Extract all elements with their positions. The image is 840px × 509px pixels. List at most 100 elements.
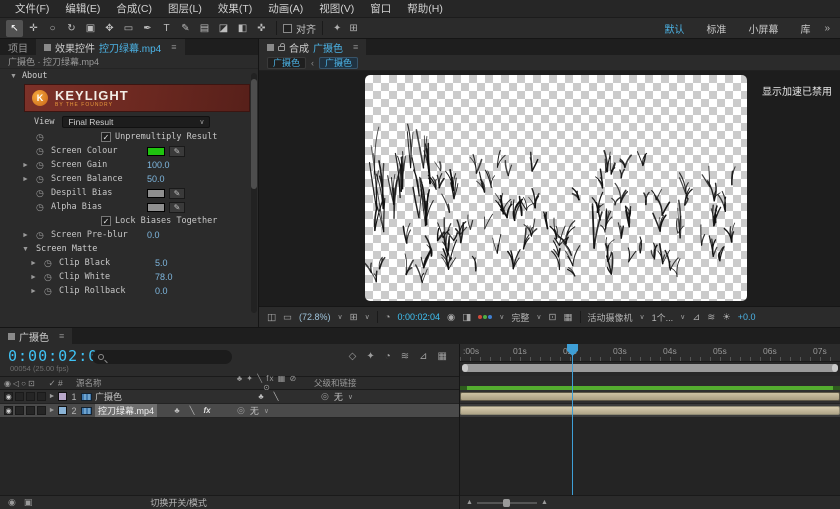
param-expander-icon[interactable]: ► [22,176,32,183]
stopwatch-icon[interactable]: ◷ [36,174,47,185]
composition-mini-flowchart-icon[interactable]: ◇ [349,351,357,362]
menu-item[interactable]: 文件(F) [8,1,56,16]
puppet-pin-tool[interactable]: ✜ [253,20,270,37]
view-layout-select[interactable]: 1个... [652,311,674,324]
param-value[interactable]: 78.0 [155,272,173,282]
workspace-默认[interactable]: 默认 [664,21,684,36]
effect-row[interactable]: ►◷Screen Balance50.0 [0,172,258,186]
solo-toggle[interactable] [26,392,35,401]
type-tool[interactable]: T [158,20,175,37]
panel-menu-icon[interactable]: ≡ [59,331,64,341]
effect-row[interactable]: ►◷Clip White78.0 [0,270,258,284]
menu-item[interactable]: 效果(T) [211,1,259,16]
stopwatch-icon[interactable]: ◷ [36,202,47,213]
camera-select[interactable]: 活动摄像机 [588,311,633,324]
param-expander-icon[interactable]: ► [22,232,32,239]
tab-effect-controls[interactable]: 效果控件 控刀绿幕.mp4 ≡ [36,39,185,55]
region-of-interest-icon[interactable]: ⊡ [549,312,557,323]
toggle-switches-modes-button[interactable]: 切换开关/模式 [150,496,207,509]
effect-scrollbar[interactable] [251,73,257,313]
zoom-tool[interactable]: ○ [44,20,61,37]
motion-blur-icon[interactable]: ⊿ [419,351,427,362]
param-expander-icon[interactable]: ► [30,260,40,267]
menu-item[interactable]: 编辑(E) [58,1,107,16]
checkbox[interactable]: ✓ [101,216,111,226]
effect-row[interactable]: ◷Despill Bias✎ [0,186,258,200]
source-name-column-header[interactable]: 源名称 [72,377,232,389]
menu-item[interactable]: 图层(L) [161,1,209,16]
param-expander-icon[interactable]: ► [22,162,32,169]
panel-menu-icon[interactable]: ≡ [171,42,176,52]
rotation-tool[interactable]: ↻ [63,20,80,37]
checkbox[interactable]: ✓ [101,132,111,142]
snap-icon[interactable]: ✦ [329,23,345,34]
effect-row[interactable]: ◷Alpha Bias✎ [0,200,258,214]
pan-behind-tool[interactable]: ✥ [101,20,118,37]
scrollbar-thumb[interactable] [251,79,257,189]
time-ruler[interactable]: :00s01s02s03s04s05s06s07s [460,344,840,362]
menu-item[interactable]: 视图(V) [312,1,361,16]
stopwatch-icon[interactable]: ◷ [36,160,47,171]
snapshot-icon[interactable]: ◉ [447,312,455,323]
stopwatch-icon[interactable]: ◷ [36,230,47,241]
hand-tool[interactable]: ✛ [25,20,42,37]
effect-group-about[interactable]: ▼ About [0,69,258,83]
panel-menu-icon[interactable]: ≡ [353,42,358,52]
breadcrumb-item-current[interactable]: 广摄色 [319,57,358,69]
param-value[interactable]: 0.0 [147,230,160,240]
render-order-icon[interactable]: ▣ [24,497,33,508]
stopwatch-icon[interactable]: ◷ [44,272,55,283]
lock-icon[interactable] [278,46,285,51]
param-expander-icon[interactable]: ► [30,288,40,295]
exposure-icon[interactable]: ☀ [722,312,731,323]
grid-guides-icon[interactable]: ⊞ [350,312,358,323]
layer-duration-bar[interactable] [460,406,840,415]
timeline-search[interactable] [92,350,232,364]
param-value[interactable]: 50.0 [147,174,165,184]
timeline-track-area[interactable]: :00s01s02s03s04s05s06s07s ▲ ▲ [460,344,840,509]
main-viewer-icon[interactable]: ▭ [283,312,292,323]
layer-name[interactable]: 广摄色 [95,390,241,403]
layer-name[interactable]: 控刀绿幕.mp4 [95,404,157,417]
group-expander-icon[interactable]: ▼ [22,246,32,253]
timeline-zoom-slider[interactable]: ▲ ▲ [466,499,548,506]
stopwatch-icon[interactable]: ◷ [44,286,55,297]
layer-expander-icon[interactable]: ► [46,393,58,400]
menu-item[interactable]: 合成(C) [109,1,159,16]
effect-row[interactable]: ◷Screen Colour✎ [0,144,258,158]
composition-viewport[interactable]: 显示加速已禁用 [259,71,840,306]
menu-item[interactable]: 动画(A) [261,1,310,16]
quality-switch[interactable]: ♣ [172,406,182,415]
layer-expander-icon[interactable]: ► [46,407,58,414]
stopwatch-icon[interactable]: ◷ [36,132,47,143]
parent-select[interactable]: 无 [334,390,343,403]
audio-toggle[interactable] [15,392,24,401]
grid-options-icon[interactable]: ⊞ [345,23,361,34]
color-swatch[interactable] [147,147,165,156]
track-row[interactable] [460,404,840,418]
zoom-slider-thumb[interactable] [503,499,510,507]
effect-row[interactable]: ►◷Screen Pre-blur0.0 [0,228,258,242]
current-time-indicator-line[interactable] [572,344,573,495]
always-preview-icon[interactable]: ◫ [267,312,276,323]
quality-switch[interactable]: ♣ [256,392,266,401]
layer-color-chip[interactable] [58,392,67,401]
resolution-select[interactable]: 完整 [511,311,529,324]
menu-item[interactable]: 窗口 [363,1,398,16]
mask-shape-tool[interactable]: ▭ [120,20,137,37]
transparency-grid-icon[interactable]: ▦ [564,312,573,323]
collapse-switch[interactable]: ╲ [271,392,281,401]
align-checkbox[interactable] [283,24,292,33]
tab-timeline-comp[interactable]: 广摄色 ≡ [0,328,72,344]
tab-composition[interactable]: 合成 广摄色 ≡ [259,39,366,55]
param-value[interactable]: 5.0 [155,258,168,268]
layer-duration-bar[interactable] [460,392,840,401]
param-value[interactable]: 100.0 [147,160,170,170]
parent-link-column-header[interactable]: 父级和链接 [302,377,459,389]
color-swatch[interactable] [147,189,165,198]
audio-toggle[interactable] [15,406,24,415]
effect-row[interactable]: ◷✓Unpremultiply Result [0,130,258,144]
stopwatch-icon[interactable]: ◷ [36,146,47,157]
magnification-select[interactable]: (72.8%) [299,312,331,322]
param-expander-icon[interactable]: ► [30,274,40,281]
